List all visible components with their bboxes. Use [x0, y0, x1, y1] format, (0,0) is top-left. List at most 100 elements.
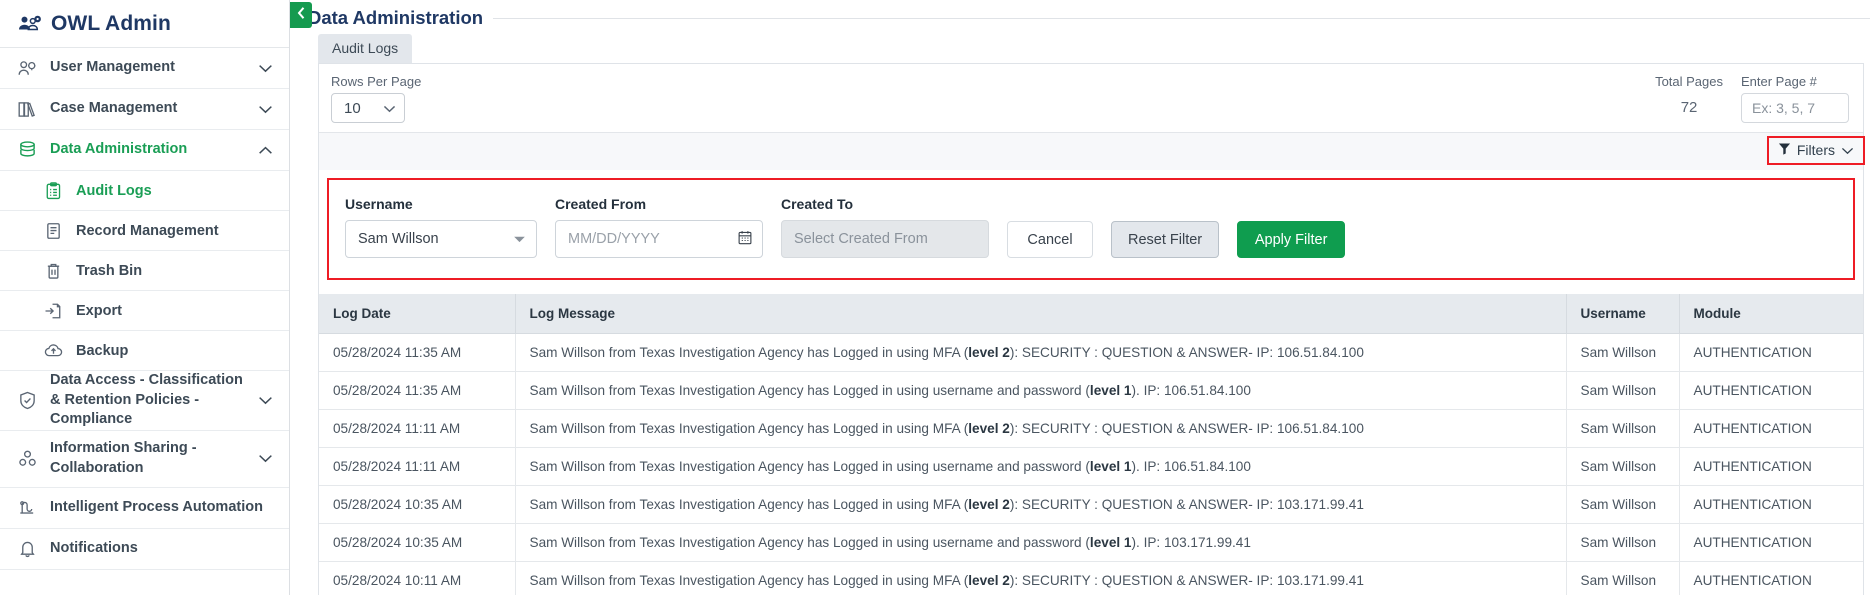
sidebar-item-label: Notifications — [50, 539, 138, 556]
chevron-down-icon[interactable] — [258, 454, 273, 463]
audit-logs-table: Log Date Log Message Username Module 05/… — [319, 294, 1863, 595]
sidebar-item-intelligent-process-automation[interactable]: Intelligent Process Automation — [0, 488, 289, 529]
brand-header: OWL Admin — [0, 0, 289, 48]
sidebar-item-label: Audit Logs — [76, 182, 152, 199]
enter-page-input[interactable] — [1741, 93, 1849, 123]
created-to-placeholder: Select Created From — [794, 231, 928, 247]
cell-username: Sam Willson — [1566, 409, 1680, 448]
chevron-up-icon[interactable] — [258, 146, 273, 155]
created-to-label: Created To — [781, 196, 854, 212]
document-icon — [42, 222, 64, 240]
username-select[interactable]: Sam Willson — [345, 220, 537, 258]
total-pages-value: 72 — [1680, 99, 1698, 116]
sidebar-item-label: Data Access - Classification & Retention… — [50, 372, 243, 428]
chevron-left-icon — [296, 6, 307, 25]
cell-module: AUTHENTICATION — [1679, 523, 1863, 562]
table-row[interactable]: 05/28/2024 10:35 AM Sam Willson from Texa… — [319, 523, 1863, 562]
column-header-module[interactable]: Module — [1679, 294, 1863, 334]
books-icon — [16, 101, 38, 118]
cell-log-date: 05/28/2024 10:35 AM — [319, 523, 516, 562]
apply-filter-button[interactable]: Apply Filter — [1237, 221, 1346, 258]
chevron-down-icon[interactable] — [258, 396, 273, 405]
log-level-emphasis: level 2 — [968, 573, 1010, 588]
cell-log-message: Sam Willson from Texas Investigation Age… — [515, 485, 1567, 524]
table-row[interactable]: 05/28/2024 10:35 AM Sam Willson from Texa… — [319, 485, 1863, 524]
created-from-input[interactable]: MM/DD/YYYY — [555, 220, 763, 258]
cell-log-date: 05/28/2024 10:35 AM — [319, 485, 516, 524]
total-pages-group: Total Pages 72 — [1655, 74, 1723, 116]
table-row[interactable]: 05/28/2024 11:11 AM Sam Willson from Texa… — [319, 447, 1863, 486]
table-body: 05/28/2024 11:35 AM Sam Willson from Texa… — [319, 333, 1863, 595]
column-header-log-message[interactable]: Log Message — [515, 294, 1567, 334]
chevron-down-icon[interactable] — [258, 105, 273, 114]
table-row[interactable]: 05/28/2024 11:35 AM Sam Willson from Texa… — [319, 333, 1863, 372]
bell-icon — [16, 539, 38, 558]
cell-module: AUTHENTICATION — [1679, 333, 1863, 372]
log-level-emphasis: level 1 — [1089, 383, 1132, 398]
sidebar-item-notifications[interactable]: Notifications — [0, 529, 289, 570]
rows-per-page-label: Rows Per Page — [331, 74, 422, 89]
cell-log-date: 05/28/2024 10:11 AM — [319, 561, 516, 595]
audit-logs-table-wrapper: Log Date Log Message Username Module 05/… — [319, 294, 1863, 595]
rows-per-page-value: 10 — [344, 99, 361, 117]
sidebar-collapse-button[interactable] — [290, 2, 312, 28]
filters-toggle-button[interactable]: Filters — [1766, 136, 1865, 165]
rows-per-page-select[interactable]: 10 — [331, 93, 405, 123]
users-gear-icon — [18, 15, 42, 33]
sidebar-item-backup[interactable]: Backup — [0, 331, 289, 371]
sidebar-item-label: Record Management — [76, 222, 219, 239]
cell-username: Sam Willson — [1566, 485, 1680, 524]
chevron-down-icon[interactable] — [258, 64, 273, 73]
cell-username: Sam Willson — [1566, 561, 1680, 595]
filters-bar: Filters — [319, 132, 1865, 170]
users-gear-icon — [16, 60, 38, 77]
table-header-row: Log Date Log Message Username Module — [319, 294, 1863, 334]
sidebar-item-label: Trash Bin — [76, 262, 143, 279]
sidebar-item-label: Case Management — [50, 100, 178, 117]
sidebar-item-information-sharing[interactable]: Information Sharing - Collaboration — [0, 431, 289, 488]
database-icon — [16, 141, 38, 159]
header-divider — [493, 17, 1870, 19]
content-panel: Rows Per Page 10 Total Pages 72 Enter Pa… — [318, 63, 1865, 595]
table-row[interactable]: 05/28/2024 11:35 AM Sam Willson from Texa… — [319, 371, 1863, 410]
reset-filter-button[interactable]: Reset Filter — [1111, 221, 1220, 258]
automation-icon — [16, 499, 38, 517]
calendar-icon[interactable] — [738, 230, 752, 249]
sidebar-item-data-administration[interactable]: Data Administration — [0, 130, 289, 171]
cell-log-message: Sam Willson from Texas Investigation Age… — [515, 523, 1567, 562]
cell-log-message: Sam Willson from Texas Investigation Age… — [515, 561, 1567, 595]
tab-audit-logs[interactable]: Audit Logs — [318, 34, 413, 63]
sidebar-item-audit-logs[interactable]: Audit Logs — [0, 171, 289, 211]
sidebar-item-case-management[interactable]: Case Management — [0, 89, 289, 130]
funnel-icon — [1778, 142, 1791, 158]
cloud-upload-icon — [42, 342, 64, 359]
log-level-emphasis: level 1 — [1089, 459, 1132, 474]
sidebar-item-trash-bin[interactable]: Trash Bin — [0, 251, 289, 291]
sidebar-item-label: User Management — [50, 59, 175, 76]
sidebar-item-data-access[interactable]: Data Access - Classification & Retention… — [0, 371, 289, 431]
sidebar-item-user-management[interactable]: User Management — [0, 48, 289, 89]
created-from-placeholder: MM/DD/YYYY — [568, 231, 660, 247]
cancel-button[interactable]: Cancel — [1007, 221, 1093, 258]
cell-module: AUTHENTICATION — [1679, 485, 1863, 524]
table-header: Log Date Log Message Username Module — [319, 294, 1863, 334]
clipboard-list-icon — [42, 181, 64, 200]
page-title: Data Administration — [308, 7, 484, 28]
export-icon — [42, 302, 64, 320]
trash-icon — [42, 262, 64, 280]
username-label: Username — [345, 196, 413, 212]
cell-module: AUTHENTICATION — [1679, 561, 1863, 595]
column-header-log-date[interactable]: Log Date — [319, 294, 516, 334]
enter-page-label: Enter Page # — [1741, 74, 1817, 89]
created-to-input: Select Created From — [781, 220, 989, 258]
sidebar-item-record-management[interactable]: Record Management — [0, 211, 289, 251]
sidebar-item-label: Export — [76, 302, 122, 319]
table-row[interactable]: 05/28/2024 10:11 AM Sam Willson from Texa… — [319, 561, 1863, 595]
sidebar-item-export[interactable]: Export — [0, 291, 289, 331]
caret-down-icon — [513, 231, 526, 247]
column-header-username[interactable]: Username — [1566, 294, 1680, 334]
table-row[interactable]: 05/28/2024 11:11 AM Sam Willson from Texa… — [319, 409, 1863, 448]
created-from-label: Created From — [555, 196, 647, 212]
cell-log-message: Sam Willson from Texas Investigation Age… — [515, 371, 1567, 410]
sidebar: OWL Admin User Management Case Managemen… — [0, 0, 290, 595]
